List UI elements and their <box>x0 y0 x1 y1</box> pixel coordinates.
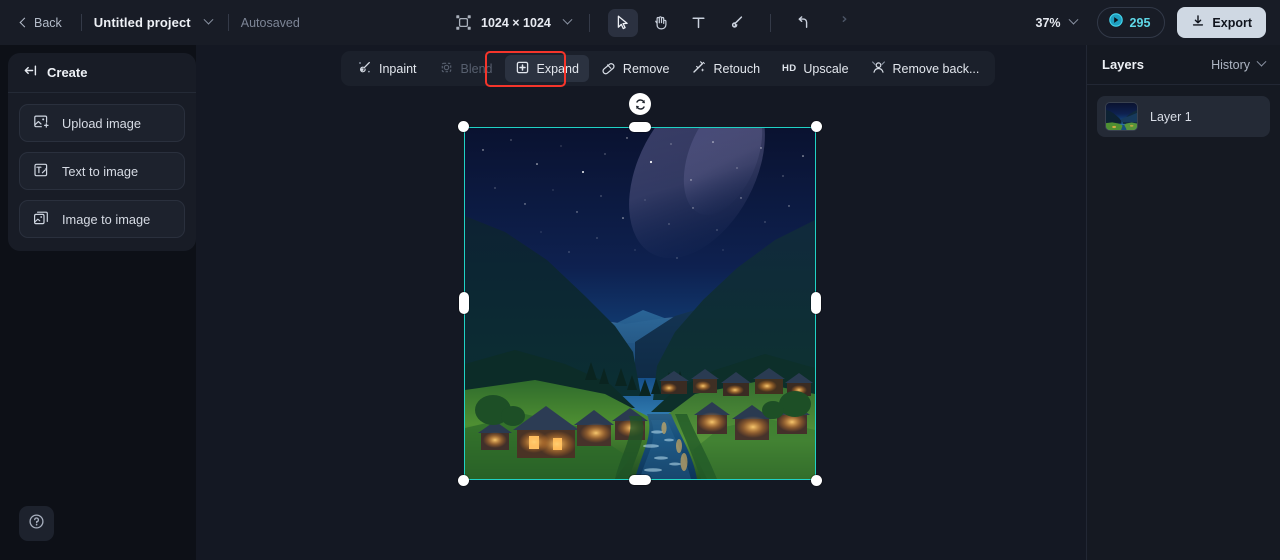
canvas-area[interactable] <box>196 45 1086 560</box>
inpaint-button[interactable]: Inpaint <box>347 55 427 82</box>
create-panel-body: Upload image Text to image Image to imag… <box>8 93 196 251</box>
project-name[interactable]: Untitled project <box>94 15 191 30</box>
expand-icon <box>515 60 530 78</box>
undo-button[interactable] <box>789 9 819 37</box>
autosave-status: Autosaved <box>240 15 300 30</box>
image-to-image-button[interactable]: Image to image <box>19 200 185 238</box>
image-to-image-label: Image to image <box>62 211 151 227</box>
hand-tool-button[interactable] <box>646 9 676 37</box>
resize-handle-top-left[interactable] <box>458 121 469 132</box>
chevron-down-icon <box>203 14 214 25</box>
image-selection[interactable] <box>458 121 822 486</box>
artboard-icon <box>455 14 472 31</box>
layers-panel-header: Layers History <box>1087 45 1280 85</box>
question-mark-icon <box>28 513 45 535</box>
chevron-left-icon <box>19 17 30 28</box>
retouch-icon <box>691 60 706 78</box>
upscale-label: Upscale <box>803 61 849 76</box>
resize-handle-top-center[interactable] <box>629 122 651 132</box>
top-bar-right: 37% 295 Export <box>1030 0 1266 45</box>
divider <box>769 13 771 32</box>
image-to-image-icon <box>33 210 49 229</box>
divider <box>227 14 229 31</box>
export-button-label: Export <box>1212 15 1252 30</box>
expand-button[interactable]: Expand <box>504 55 589 82</box>
resize-handle-middle-left[interactable] <box>459 292 469 314</box>
top-bar: Back Untitled project Autosaved 1024 × 1 <box>0 0 1280 45</box>
chevron-down-icon <box>1256 56 1267 67</box>
upload-image-icon <box>33 114 49 133</box>
chevron-down-icon <box>1068 14 1078 25</box>
history-label: History <box>1211 57 1250 72</box>
back-button-label: Back <box>34 15 62 30</box>
remove-background-icon <box>871 60 886 78</box>
history-toggle[interactable]: History <box>1211 56 1267 72</box>
rotate-handle[interactable] <box>629 93 651 115</box>
divider <box>80 14 82 31</box>
credits-count: 295 <box>1129 15 1151 30</box>
upload-image-label: Upload image <box>62 115 141 131</box>
resize-handle-middle-right[interactable] <box>811 292 821 314</box>
chevron-down-icon <box>562 14 573 25</box>
app-root: Back Untitled project Autosaved 1024 × 1 <box>0 0 1280 560</box>
layer-row[interactable]: Layer 1 <box>1097 96 1270 137</box>
text-to-image-button[interactable]: Text to image <box>19 152 185 190</box>
text-to-image-label: Text to image <box>62 163 139 179</box>
resize-handle-bottom-center[interactable] <box>629 475 651 485</box>
blend-button: Blend <box>429 55 503 82</box>
upscale-button[interactable]: HD Upscale <box>772 55 859 82</box>
resize-handle-top-right[interactable] <box>811 121 822 132</box>
hd-icon: HD <box>782 63 797 74</box>
create-panel-title: Create <box>47 65 88 80</box>
retouch-button[interactable]: Retouch <box>681 55 770 82</box>
back-button[interactable]: Back <box>14 11 69 35</box>
redo-button[interactable] <box>827 9 857 37</box>
brush-tool-button[interactable] <box>722 9 752 37</box>
export-button[interactable]: Export <box>1177 7 1266 38</box>
zoom-control[interactable]: 37% <box>1030 12 1083 34</box>
canvas-size-dropdown[interactable] <box>560 14 575 30</box>
edit-toolbar: Inpaint Blend Expand Remove Retouch HD U… <box>341 51 996 86</box>
create-panel: Create Upload image Text to image Image … <box>8 53 196 251</box>
rotate-icon <box>635 98 645 110</box>
blend-icon <box>439 60 454 78</box>
remove-label: Remove <box>622 61 670 76</box>
layer-name: Layer 1 <box>1150 109 1192 124</box>
top-bar-center: 1024 × 1024 <box>455 0 861 45</box>
text-tool-button[interactable] <box>684 9 714 37</box>
remove-icon <box>601 60 616 78</box>
credit-coin-icon <box>1108 13 1123 32</box>
remove-background-label: Remove back... <box>892 61 980 76</box>
select-tool-button[interactable] <box>607 8 638 37</box>
layer-thumbnail <box>1105 102 1138 131</box>
credits-badge[interactable]: 295 <box>1096 7 1166 38</box>
blend-label: Blend <box>460 61 493 76</box>
collapse-panel-icon[interactable] <box>23 63 38 83</box>
layers-panel: Layers History Layer 1 <box>1086 45 1280 560</box>
selection-frame <box>464 127 816 480</box>
remove-button[interactable]: Remove <box>591 55 680 82</box>
top-bar-left: Back Untitled project Autosaved <box>0 0 300 45</box>
zoom-level-value: 37% <box>1035 15 1061 30</box>
text-to-image-icon <box>33 162 49 181</box>
layers-panel-title: Layers <box>1102 57 1144 72</box>
inpaint-icon <box>357 60 372 78</box>
canvas-size-value: 1024 × 1024 <box>481 15 551 30</box>
chevron-down-icon-wrap <box>1068 14 1078 26</box>
divider <box>588 13 590 32</box>
download-icon <box>1191 14 1205 31</box>
project-menu-button[interactable] <box>201 14 216 30</box>
resize-handle-bottom-left[interactable] <box>458 475 469 486</box>
layers-list: Layer 1 <box>1087 85 1280 148</box>
remove-background-button[interactable]: Remove back... <box>861 55 990 82</box>
inpaint-label: Inpaint <box>379 61 417 76</box>
retouch-label: Retouch <box>713 61 761 76</box>
create-panel-header: Create <box>8 53 196 93</box>
resize-handle-bottom-right[interactable] <box>811 475 822 486</box>
help-button[interactable] <box>19 506 54 541</box>
upload-image-button[interactable]: Upload image <box>19 104 185 142</box>
expand-label: Expand <box>536 61 579 76</box>
